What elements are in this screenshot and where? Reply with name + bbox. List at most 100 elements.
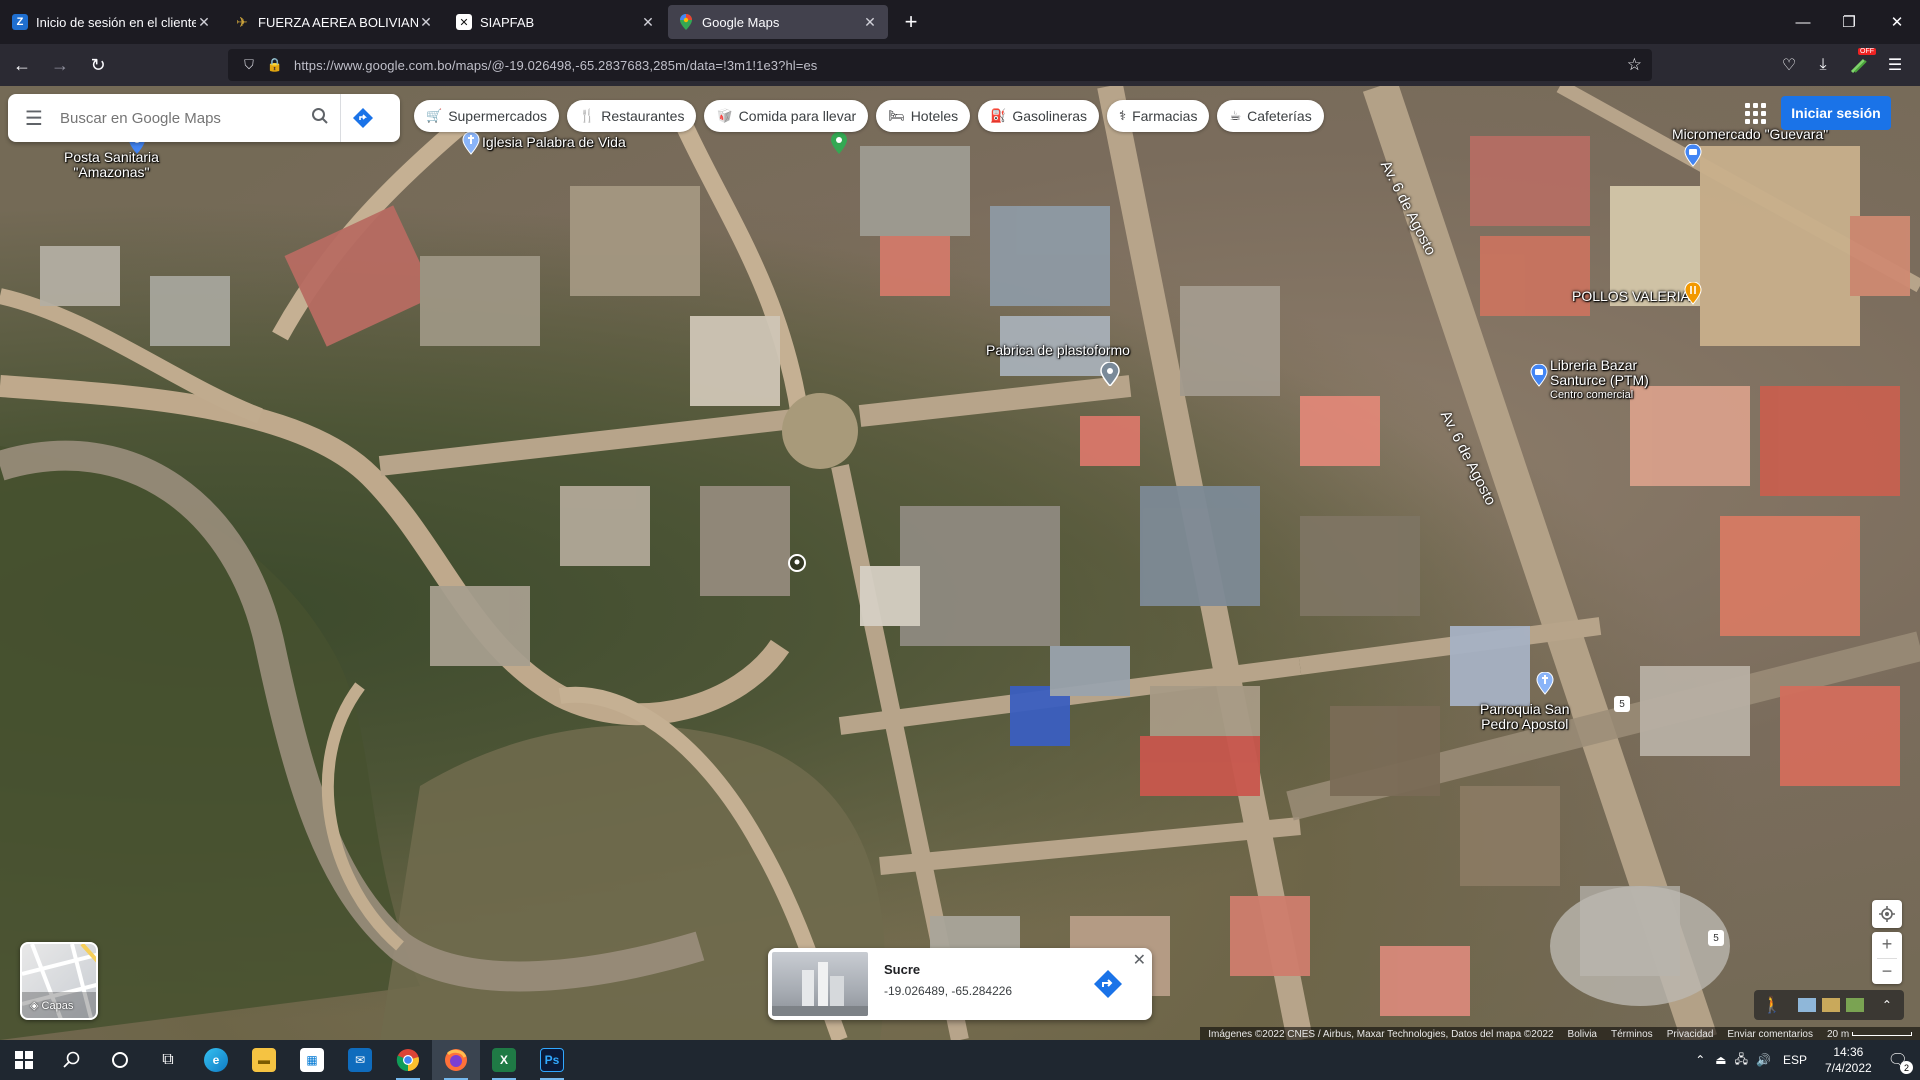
privacy-link[interactable]: Privacidad [1667,1029,1714,1040]
chip-supermercados[interactable]: 🛒 Supermercados [414,100,560,132]
minimize-icon[interactable]: — [1780,0,1826,44]
directions-button[interactable] [1092,968,1124,1000]
chevron-up-icon[interactable]: ⌃ [1882,998,1892,1012]
notifications-icon[interactable]: 🗨 2 [1888,1050,1913,1074]
place-label-plastoformo[interactable]: Pabrica de plastoformo [986,342,1130,358]
shop-pin-icon[interactable] [1684,143,1702,167]
address-bar[interactable]: ⛉ 🔒 https://www.google.com.bo/maps/@-19.… [228,49,1652,81]
url-text[interactable]: https://www.google.com.bo/maps/@-19.0264… [294,58,817,73]
off-badge: OFF [1858,48,1876,55]
mail-icon[interactable]: ✉ [336,1040,384,1080]
search-icon[interactable] [48,1040,96,1080]
chrome-icon[interactable] [384,1040,432,1080]
usb-icon[interactable]: ⏏ [1715,1053,1726,1067]
firefox-icon[interactable] [432,1040,480,1080]
lock-icon[interactable]: 🔒 [262,57,288,73]
search-input[interactable] [60,109,300,127]
my-location-button[interactable] [1872,900,1902,928]
excel-icon[interactable]: X [480,1040,528,1080]
imagery-thumb[interactable] [1845,998,1864,1012]
clock[interactable]: 14:36 7/4/2022 [1825,1044,1872,1076]
route-badge: 5 [1708,930,1724,946]
directions-button[interactable] [340,94,384,142]
zoom-out-icon[interactable]: − [1882,959,1893,985]
factory-pin-icon[interactable] [1100,361,1120,388]
church-pin-icon[interactable] [1536,671,1554,695]
network-icon[interactable]: 🖧 [1735,1050,1748,1071]
file-explorer-icon[interactable]: ▬ [240,1040,288,1080]
location-marker-icon[interactable] [788,554,806,576]
shopping-pin-icon[interactable] [1530,363,1548,387]
satellite-map[interactable]: Av. 6 de Agosto Av. 6 de Agosto 5 5 Post… [0,86,1920,1040]
place-label-iglesia[interactable]: Iglesia Palabra de Vida [482,134,626,150]
terms-link[interactable]: Términos [1611,1029,1653,1040]
restore-icon[interactable]: ❐ [1826,0,1872,44]
close-card-icon[interactable]: ✕ [1133,950,1146,970]
chevron-up-icon[interactable]: ⌃ [1695,1053,1705,1067]
close-tab-icon[interactable]: ✕ [640,14,656,31]
church-pin-icon[interactable] [462,131,480,155]
tab-fuerza-aerea[interactable]: ✈ FUERZA AEREA BOLIVIANA ✕ [224,5,444,39]
cart-icon: 🛒 [426,108,443,123]
green-pin-icon[interactable] [830,132,848,154]
language-indicator[interactable]: ESP [1783,1053,1807,1067]
takeout-icon: 🥡 [716,108,733,123]
location-info-card[interactable]: Sucre -19.026489, -65.284226 ✕ [768,948,1152,1020]
restaurant-pin-icon[interactable] [1684,281,1702,305]
layers-button[interactable]: ◈ Capas [20,942,98,1020]
close-window-icon[interactable]: ✕ [1874,0,1920,44]
zoom-in-icon[interactable]: + [1882,932,1893,958]
edge-icon[interactable]: e [192,1040,240,1080]
close-tab-icon[interactable]: ✕ [418,14,434,31]
chip-gasolineras[interactable]: ⛽ Gasolineras [978,100,1100,132]
place-label-libreria[interactable]: Libreria Bazar Santurce (PTM) Centro com… [1550,358,1649,403]
siapfab-favicon-icon: ✕ [456,14,472,30]
imagery-thumb[interactable] [1821,998,1840,1012]
place-label-posta-sanitaria[interactable]: Posta Sanitaria "Amazonas" [64,150,159,180]
task-view-icon[interactable]: ⧉ [144,1040,192,1080]
feedback-link[interactable]: Enviar comentarios [1727,1029,1813,1040]
download-icon[interactable]: ⤓ [1810,52,1836,78]
info-card-coords: -19.026489, -65.284226 [884,984,1013,998]
google-apps-icon[interactable] [1742,100,1766,124]
tab-title: Inicio de sesión en el cliente web [36,14,196,30]
hamburger-menu-icon[interactable]: ☰ [1882,52,1908,78]
new-tab-button[interactable]: + [896,7,926,37]
maps-menu-icon[interactable]: ☰ [8,106,60,131]
pocket-icon[interactable]: ♡ [1776,52,1802,78]
reload-icon[interactable]: ↻ [82,49,114,81]
route-badge: 5 [1614,696,1630,712]
extension-icon[interactable]: OFF [1846,48,1876,78]
close-tab-icon[interactable]: ✕ [862,14,878,31]
search-icon[interactable] [300,107,340,130]
directions-icon [352,108,373,128]
signin-button[interactable]: Iniciar sesión [1781,96,1891,130]
scale-bar[interactable]: 20 m [1827,1029,1912,1040]
satellite-imagery [0,86,1920,1040]
close-tab-icon[interactable]: ✕ [196,14,212,31]
chip-hoteles[interactable]: 🛏 Hoteles [876,100,971,132]
place-label-parroquia[interactable]: Parroquia San Pedro Apostol [1480,702,1570,732]
bookmark-star-icon[interactable]: ☆ [1627,55,1642,75]
pegman-icon[interactable]: 🚶 [1762,995,1782,1015]
category-chips: 🛒 Supermercados 🍴 Restaurantes 🥡 Comida par… [414,100,1324,132]
country-link[interactable]: Bolivia [1568,1029,1597,1040]
imagery-thumb[interactable] [1797,998,1816,1012]
forward-arrow-icon[interactable]: → [44,49,76,81]
store-icon[interactable]: ▦ [288,1040,336,1080]
photoshop-icon[interactable]: Ps [528,1040,576,1080]
tab-inicio-sesion[interactable]: Z Inicio de sesión en el cliente web ✕ [2,5,222,39]
shield-icon[interactable]: ⛉ [236,57,262,73]
chip-cafeterias[interactable]: ☕ Cafeterías [1217,100,1324,132]
chip-farmacias[interactable]: ⚕ Farmacias [1107,100,1210,132]
tab-siapfab[interactable]: ✕ SIAPFAB ✕ [446,5,666,39]
chip-comida-para-llevar[interactable]: 🥡 Comida para llevar [704,100,869,132]
street-view-thumbnail[interactable] [772,952,868,1016]
chip-restaurantes[interactable]: 🍴 Restaurantes [567,100,697,132]
tab-google-maps[interactable]: Google Maps ✕ [668,5,888,39]
back-arrow-icon[interactable]: ← [6,49,38,81]
place-label-pollos-valeria[interactable]: POLLOS VALERIA [1572,288,1690,304]
volume-icon[interactable]: 🔊 [1756,1053,1771,1067]
windows-start-icon[interactable] [0,1040,48,1080]
cortana-icon[interactable] [96,1040,144,1080]
